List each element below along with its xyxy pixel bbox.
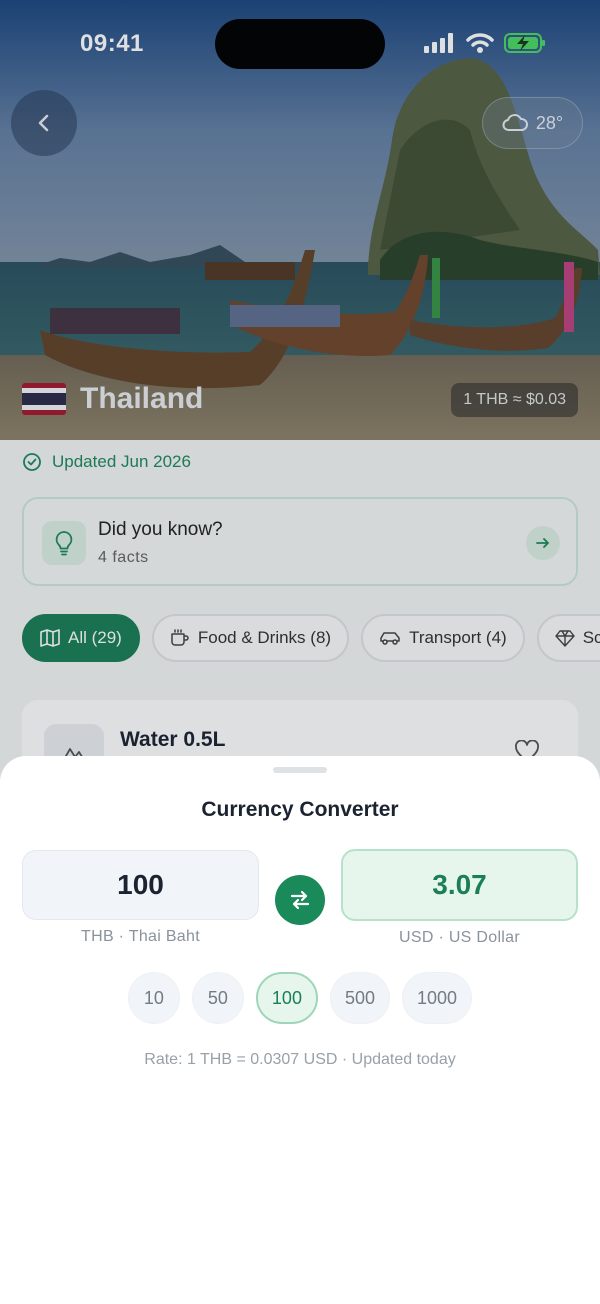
preset-100[interactable]: 100 (255, 972, 318, 1024)
converted-amount: 3.07 (341, 849, 578, 921)
preset-1000[interactable]: 1000 (402, 972, 473, 1024)
sheet-grabber[interactable] (273, 767, 327, 773)
preset-50[interactable]: 50 (191, 972, 244, 1024)
preset-500[interactable]: 500 (329, 972, 391, 1024)
swap-icon (290, 890, 310, 910)
from-currency-label: THB · Thai Baht (81, 928, 200, 945)
amount-presets: 10 50 100 500 1000 (0, 972, 600, 1024)
rate-info: Rate: 1 THB = 0.0307 USD · Updated today (144, 1051, 456, 1068)
sheet-title: Currency Converter (201, 798, 399, 821)
currency-converter-sheet: Currency Converter 100 3.07 THB · Thai B… (0, 756, 600, 1304)
to-currency-label: USD · US Dollar (399, 929, 520, 946)
preset-10[interactable]: 10 (127, 972, 180, 1024)
from-amount-input[interactable]: 100 (22, 850, 259, 920)
swap-currencies-button[interactable] (275, 875, 325, 925)
